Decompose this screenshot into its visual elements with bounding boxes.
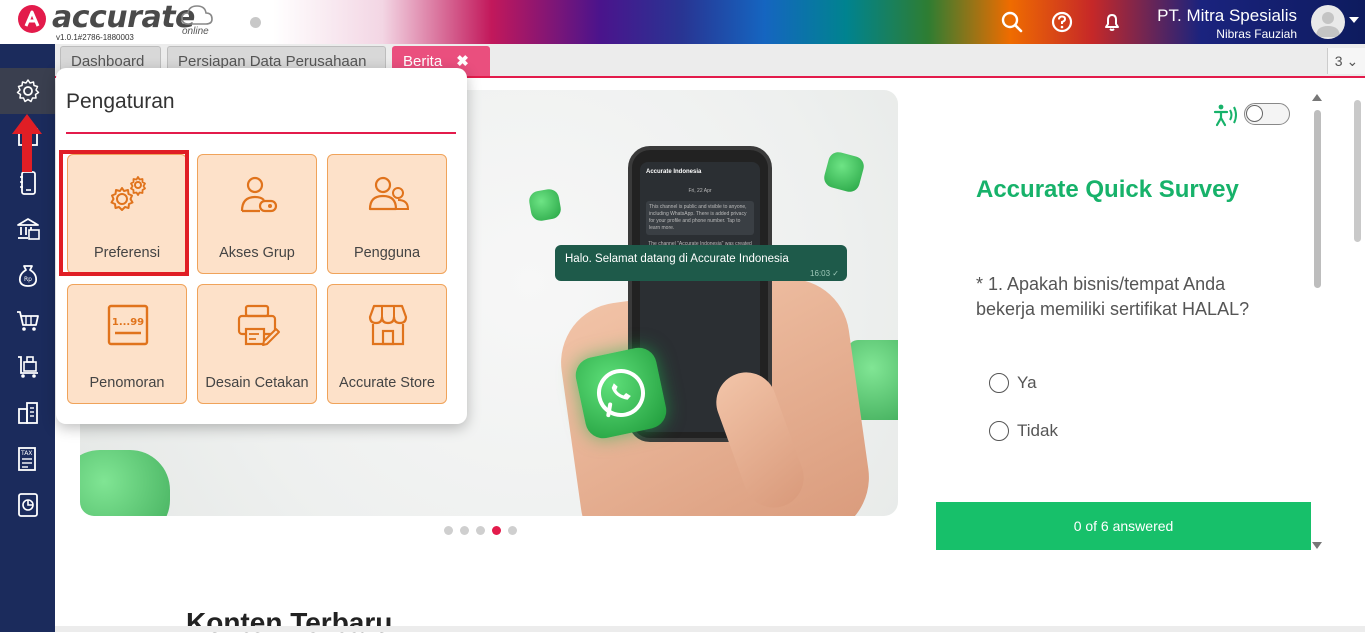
carousel-dot[interactable]	[444, 526, 453, 535]
survey-option-ya[interactable]: Ya	[989, 373, 1037, 393]
survey-panel: Accurate Quick Survey * 1. Apakah bisnis…	[936, 90, 1311, 550]
top-bar: accurate online v1.0.1#2786-1880003 PT. …	[0, 0, 1365, 44]
phone-line: Fri, 22 Apr	[688, 188, 712, 195]
chat-time: 16:03 ✓	[810, 269, 839, 278]
red-arrow-icon	[12, 114, 42, 172]
carousel-dot[interactable]	[476, 526, 485, 535]
cart-icon	[16, 311, 39, 331]
help-icon[interactable]	[1049, 9, 1075, 35]
radio-button[interactable]	[989, 373, 1009, 393]
sidebar-item-assets[interactable]	[0, 390, 55, 436]
bank-icon	[16, 218, 40, 240]
option-label: Ya	[1017, 373, 1037, 392]
carousel-dot[interactable]	[460, 526, 469, 535]
user-avatar-icon	[1316, 12, 1340, 37]
page-scroll-thumb[interactable]	[1354, 100, 1361, 242]
company-info[interactable]: PT. Mitra Spesialis Nibras Fauziah	[1157, 6, 1297, 41]
section-title: Konten Terbaru	[186, 607, 393, 638]
tile-akses-grup[interactable]: Akses Grup	[197, 154, 317, 274]
building-icon	[17, 402, 38, 424]
tax-icon: TAX	[17, 447, 36, 471]
survey-progress-bar: 0 of 6 answered	[936, 502, 1311, 550]
accessibility-toggle[interactable]	[1244, 103, 1290, 125]
carousel-dot-active[interactable]	[492, 526, 501, 535]
user-name: Nibras Fauziah	[1216, 27, 1297, 41]
accurate-logo-icon	[18, 5, 46, 33]
sidebar-item-purchase[interactable]	[0, 298, 55, 344]
report-chart-icon	[17, 493, 38, 517]
scroll-up-arrow-icon[interactable]	[1312, 94, 1322, 101]
carousel-dot[interactable]	[508, 526, 517, 535]
status-dot	[250, 17, 261, 28]
phone-line: This channel is public and visible to an…	[646, 201, 754, 236]
svg-text:Rp: Rp	[24, 276, 32, 283]
whatsapp-icon	[80, 450, 170, 516]
sidebar-item-settings[interactable]	[0, 68, 55, 114]
user-key-icon	[240, 176, 278, 213]
toggle-knob	[1246, 105, 1263, 122]
carousel-pager	[444, 526, 517, 535]
svg-text:TAX: TAX	[20, 450, 32, 457]
whatsapp-icon	[821, 149, 867, 195]
divider	[66, 132, 456, 134]
preferensi-highlight	[59, 150, 189, 276]
numbering-glyph: 1...99	[112, 317, 144, 328]
option-label: Tidak	[1017, 421, 1058, 440]
cloud-icon	[181, 5, 213, 25]
phone-header: Accurate Indonesia	[646, 169, 702, 175]
tile-accurate-store[interactable]: Accurate Store	[327, 284, 447, 404]
tile-pengguna[interactable]: Pengguna	[327, 154, 447, 274]
chevron-down-icon[interactable]	[1349, 17, 1359, 23]
tile-label: Pengguna	[353, 245, 421, 261]
avatar[interactable]	[1311, 5, 1345, 39]
radio-button[interactable]	[989, 421, 1009, 441]
tile-label: Accurate Store	[339, 375, 435, 391]
survey-title: Accurate Quick Survey	[976, 176, 1239, 203]
whatsapp-icon	[527, 187, 563, 223]
scroll-thumb[interactable]	[1314, 110, 1321, 288]
users-icon	[368, 176, 410, 211]
popup-title: Pengaturan	[66, 90, 175, 113]
store-icon	[368, 304, 408, 346]
whatsapp-logo-icon	[572, 344, 670, 442]
page-scrollbar[interactable]	[1352, 82, 1362, 630]
tile-label: Akses Grup	[219, 245, 295, 261]
chat-message: Halo. Selamat datang di Accurate Indones…	[565, 253, 789, 265]
sidebar-item-sales[interactable]: Rp	[0, 252, 55, 298]
logo[interactable]: accurate online v1.0.1#2786-1880003	[0, 0, 240, 44]
tab-overflow-count[interactable]: 3 ⌄	[1327, 48, 1365, 74]
bell-icon[interactable]	[1099, 9, 1125, 35]
gear-icon	[16, 79, 39, 103]
money-bag-icon: Rp	[18, 265, 37, 287]
tile-desain-cetakan[interactable]: Desain Cetakan	[197, 284, 317, 404]
print-design-icon	[237, 304, 280, 346]
sidebar-item-tax[interactable]: TAX	[0, 436, 55, 482]
sidebar-item-inventory[interactable]	[0, 344, 55, 390]
survey-scrollbar[interactable]	[1310, 94, 1324, 550]
numbering-icon: 1...99	[107, 304, 149, 346]
logo-text: accurate	[52, 0, 195, 35]
inventory-icon	[17, 356, 38, 378]
sidebar-item-reports[interactable]	[0, 482, 55, 528]
bottom-scrollbar	[55, 626, 1365, 632]
company-name: PT. Mitra Spesialis	[1157, 6, 1297, 25]
tile-label: Desain Cetakan	[205, 375, 309, 391]
survey-option-tidak[interactable]: Tidak	[989, 421, 1058, 441]
survey-question: * 1. Apakah bisnis/tempat Anda bekerja m…	[976, 274, 1250, 319]
tile-penomoran[interactable]: 1...99 Penomoran	[67, 284, 187, 404]
chat-bubble: Halo. Selamat datang di Accurate Indones…	[555, 245, 847, 281]
search-icon[interactable]	[999, 9, 1025, 35]
scroll-down-arrow-icon[interactable]	[1312, 542, 1322, 549]
tile-label: Penomoran	[89, 375, 165, 391]
logo-sub: online	[182, 26, 209, 37]
sidebar-item-bank[interactable]	[0, 206, 55, 252]
accessibility-icon[interactable]	[1212, 102, 1240, 128]
version-label: v1.0.1#2786-1880003	[56, 33, 134, 42]
